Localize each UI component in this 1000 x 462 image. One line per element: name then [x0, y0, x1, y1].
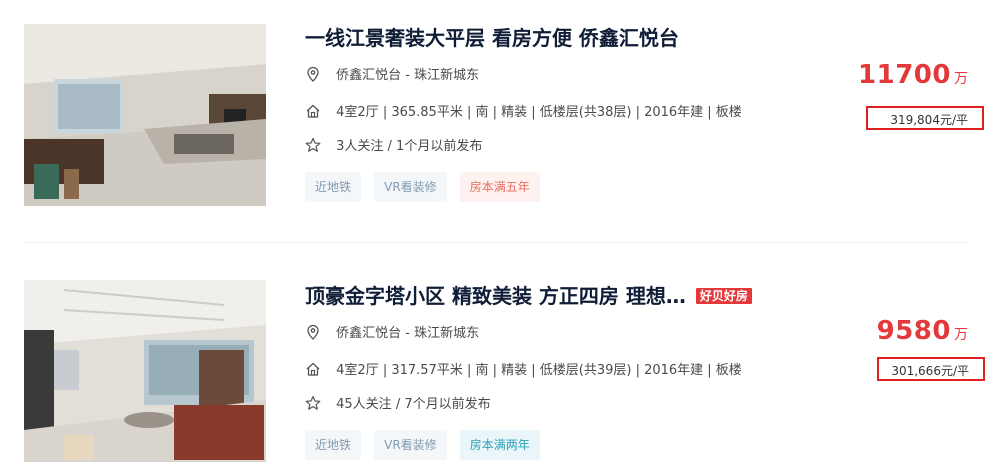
tag-vr: VR看装修 [374, 430, 447, 460]
tag-vr: VR看装修 [374, 172, 447, 202]
house-icon [306, 104, 320, 118]
unit-price: 319,804元/平 [866, 106, 984, 130]
listing-photo[interactable] [24, 24, 266, 206]
tag-deed-years: 房本满两年 [459, 430, 540, 460]
location-pin-icon [307, 66, 319, 82]
listing-card: 一线江景奢装大平层 看房方便 侨鑫汇悦台 侨鑫汇悦台 - 珠江新城东 4室2厅 … [0, 0, 1000, 243]
listing-house-info: 4室2厅 | 365.85平米 | 南 | 精装 | 低楼层(共38层) | 2… [305, 102, 742, 124]
hot-listing-badge: 好贝好房 [695, 288, 752, 304]
star-icon [305, 395, 321, 410]
house-icon [306, 362, 320, 376]
tag-deed-years: 房本满五年 [459, 172, 540, 202]
tag-near-subway: 近地铁 [305, 172, 362, 202]
location-link[interactable]: 侨鑫汇悦台 - 珠江新城东 [336, 326, 479, 341]
listing-photo[interactable] [24, 280, 266, 462]
listing-card: 顶豪金字塔小区 精致美装 方正四房 理想… 好贝好房 侨鑫汇悦台 - 珠江新城东 … [0, 258, 1000, 462]
listing-tags: 近地铁 VR看装修 房本满两年 [305, 430, 548, 460]
listing-tags: 近地铁 VR看装修 房本满五年 [305, 172, 548, 202]
tag-near-subway: 近地铁 [305, 430, 362, 460]
location-link[interactable]: 侨鑫汇悦台 - 珠江新城东 [336, 68, 479, 83]
unit-price: 301,666元/平 [877, 357, 985, 381]
location-pin-icon [307, 324, 319, 340]
listing-divider [24, 242, 968, 243]
listing-location: 侨鑫汇悦台 - 珠江新城东 [305, 65, 479, 87]
price-value: 11700 [858, 60, 951, 90]
price-unit: 万 [954, 327, 968, 343]
total-price: 9580 万 [877, 316, 968, 346]
listing-house-info: 4室2厅 | 317.57平米 | 南 | 精装 | 低楼层(共39层) | 2… [305, 360, 742, 382]
price-value: 9580 [876, 316, 951, 346]
listing-title[interactable]: 一线江景奢装大平层 看房方便 侨鑫汇悦台 [305, 22, 679, 54]
listing-location: 侨鑫汇悦台 - 珠江新城东 [305, 323, 479, 345]
total-price: 11700 万 [858, 60, 968, 90]
price-unit: 万 [954, 71, 968, 87]
star-icon [305, 137, 321, 152]
listing-follow-info: 3人关注 / 1个月以前发布 [305, 136, 482, 158]
listing-follow-info: 45人关注 / 7个月以前发布 [305, 394, 491, 416]
listing-title[interactable]: 顶豪金字塔小区 精致美装 方正四房 理想… 好贝好房 [305, 280, 752, 312]
